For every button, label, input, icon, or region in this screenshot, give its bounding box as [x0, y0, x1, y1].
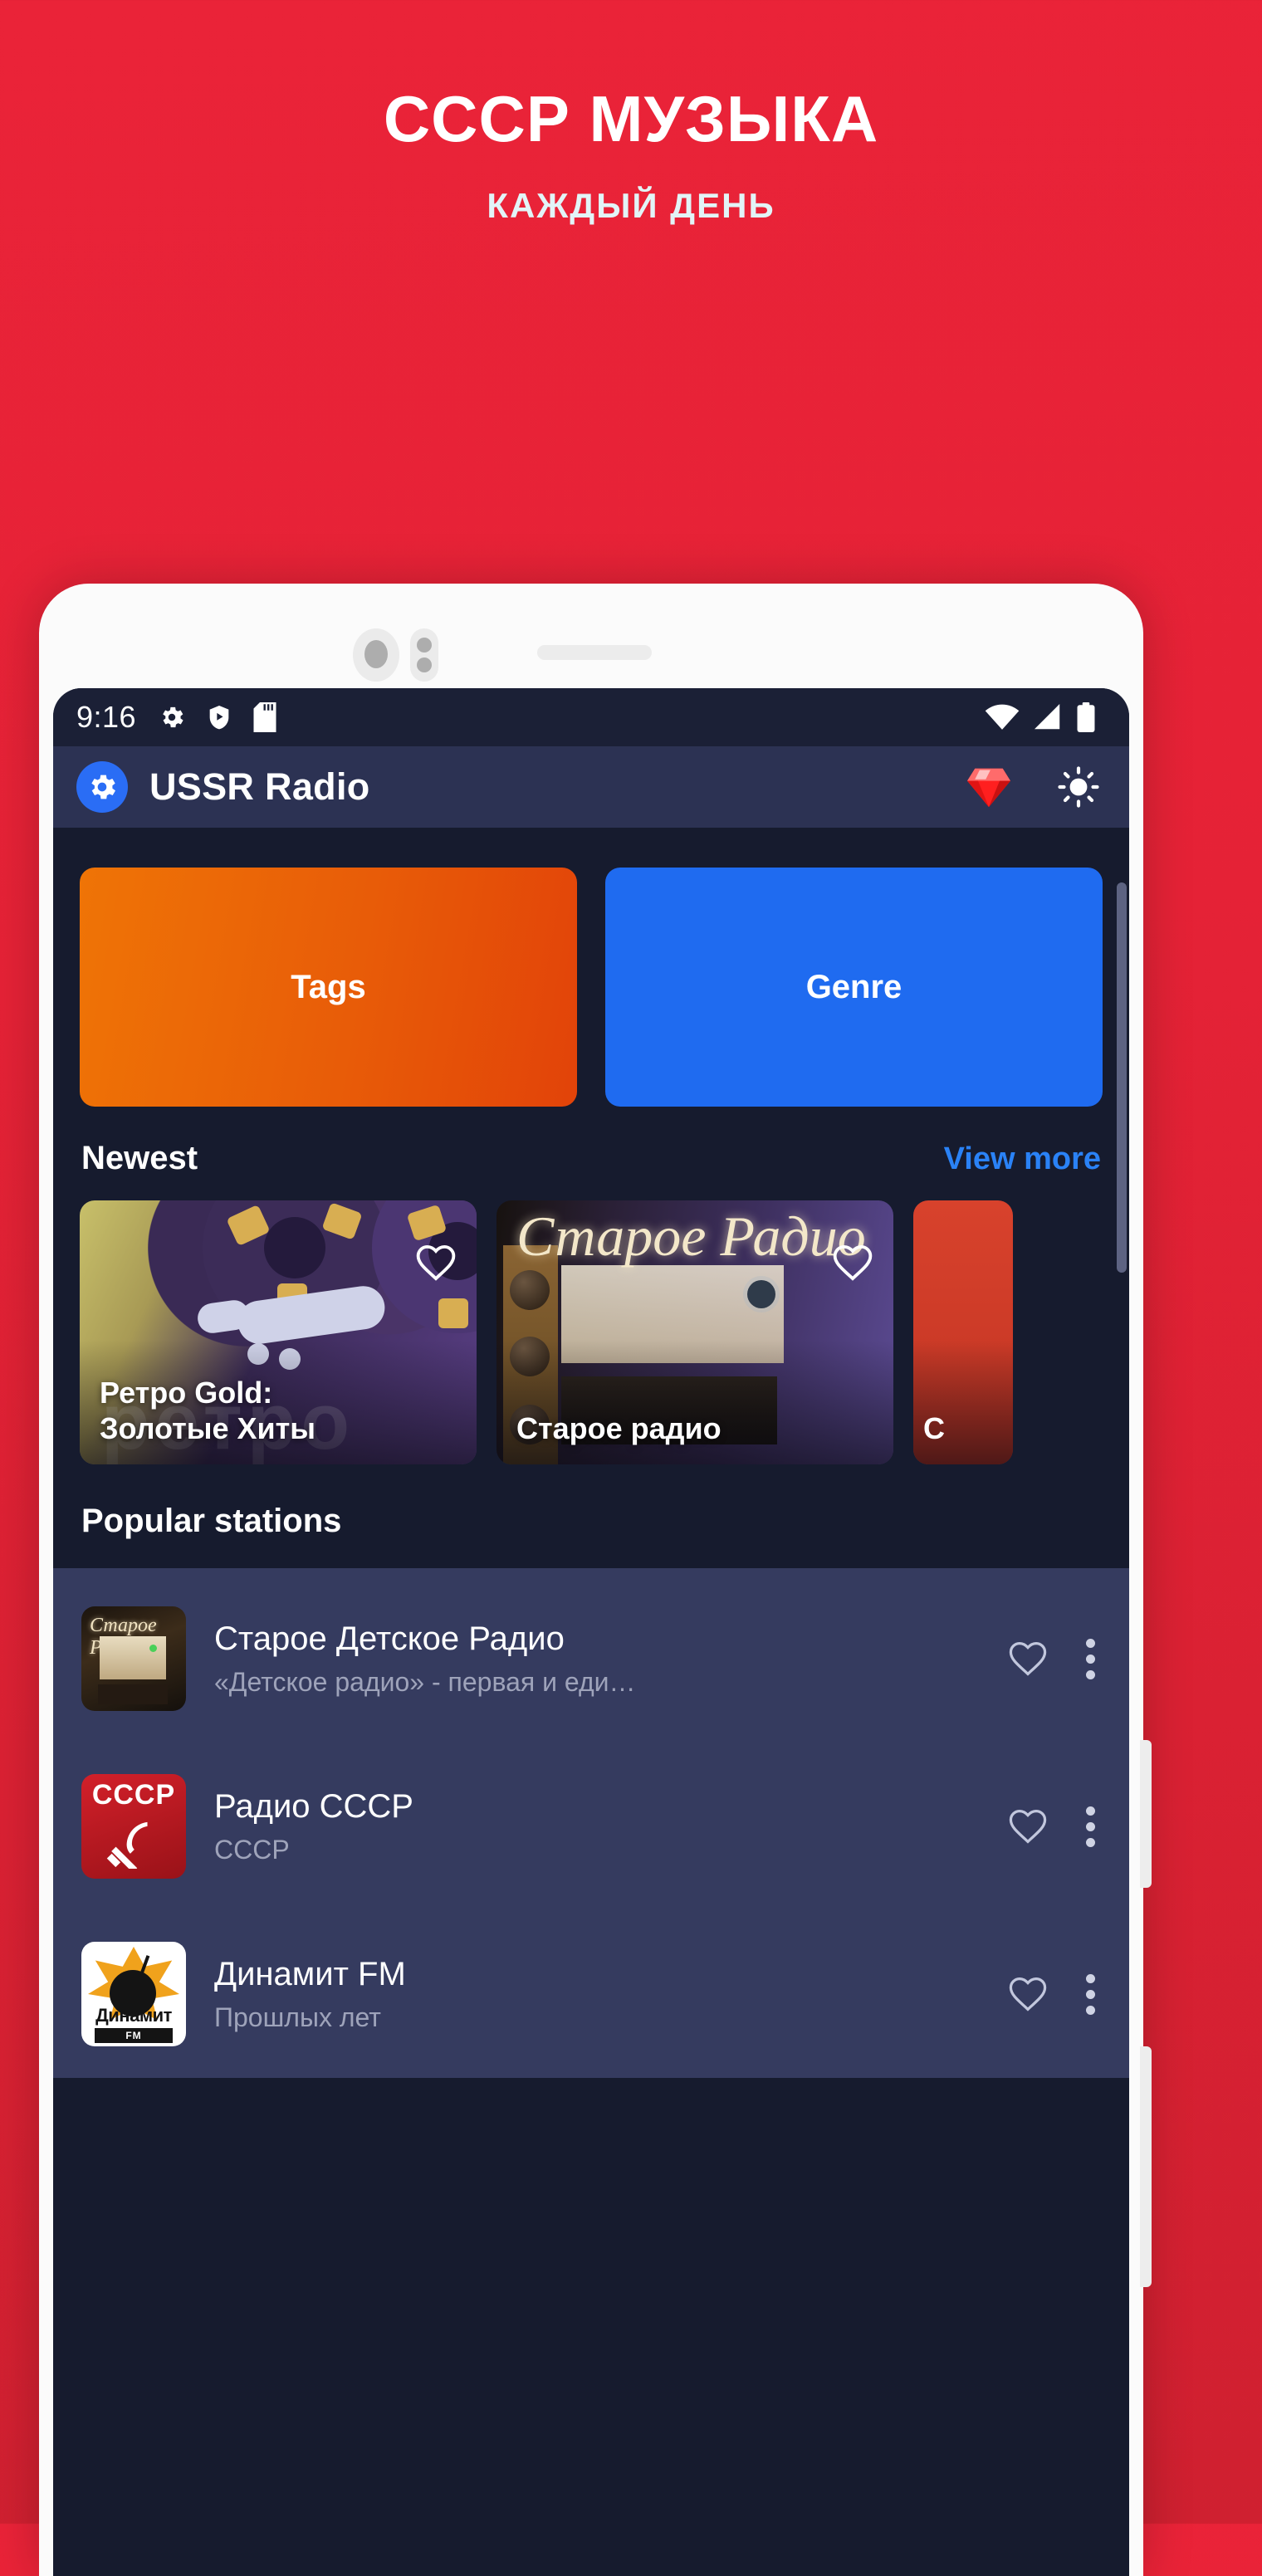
newest-card[interactable]: ретро Ретро Gold: Золотые Хиты: [80, 1200, 477, 1464]
tags-button-label: Tags: [291, 968, 366, 1005]
play-protect-shield-icon: [206, 703, 232, 731]
card-art-caption: Старое Радио: [516, 1205, 866, 1268]
newest-cards-row[interactable]: ретро Ретро Gold: Золотые Хиты: [53, 1177, 1129, 1464]
thumbnail-label: СССР: [91, 1779, 176, 1811]
status-bar-time: 9:16: [76, 700, 137, 734]
app-title: USSR Radio: [149, 765, 370, 808]
phone-power-button: [1140, 2046, 1152, 2287]
phone-mockup: 9:16 USSR Radio Tags Genre Newest View m…: [39, 584, 1152, 2576]
newest-heading: Newest: [81, 1140, 198, 1176]
newest-section-header: Newest View more: [53, 1107, 1129, 1177]
view-more-link[interactable]: View more: [944, 1141, 1101, 1177]
thumbnail-sub-label: FM: [95, 2028, 173, 2043]
list-item[interactable]: Динамит FM Динамит FM Прошлых лет: [53, 1910, 1129, 2078]
earpiece-speaker: [537, 645, 652, 660]
heart-outline-icon[interactable]: [1006, 1637, 1049, 1680]
more-vertical-icon[interactable]: [1071, 1638, 1101, 1679]
page-title: СССР МУЗЫКА: [383, 82, 879, 155]
list-item[interactable]: СССР Радио СССР СССР: [53, 1743, 1129, 1910]
station-thumbnail: Старое Радио: [81, 1606, 186, 1711]
card-title: Ретро Gold: Золотые Хиты: [100, 1376, 407, 1446]
sensor-pill: [410, 628, 438, 682]
station-name: Радио СССР: [214, 1787, 413, 1825]
front-camera-icon: [353, 628, 399, 682]
phone-screen: 9:16 USSR Radio Tags Genre Newest View m…: [53, 688, 1129, 2576]
newest-card[interactable]: Старое Радио Старое радио: [496, 1200, 893, 1464]
tags-button[interactable]: Tags: [80, 868, 577, 1107]
more-vertical-icon[interactable]: [1071, 1806, 1101, 1847]
battery-icon: [1076, 702, 1096, 732]
genre-button-label: Genre: [805, 968, 902, 1005]
card-title: Старое радио: [516, 1410, 721, 1445]
station-description: Прошлых лет: [214, 2002, 381, 2032]
more-vertical-icon[interactable]: [1071, 1973, 1101, 2015]
popular-stations-list: Старое Радио Старое Детское Радио «Детск…: [53, 1568, 1129, 2078]
popular-heading: Popular stations: [81, 1503, 342, 1539]
heart-outline-icon[interactable]: [830, 1240, 875, 1285]
genre-button[interactable]: Genre: [605, 868, 1103, 1107]
heart-outline-icon[interactable]: [1006, 1972, 1049, 2016]
app-logo-gear-icon[interactable]: [76, 761, 128, 813]
quick-actions-row: Tags Genre: [53, 828, 1129, 1107]
page-subtitle: КАЖДЫЙ ДЕНЬ: [487, 186, 775, 225]
popular-section-header: Popular stations: [53, 1464, 1129, 1568]
heart-outline-icon[interactable]: [1006, 1805, 1049, 1848]
card-title-line1: Ретро Gold:: [100, 1376, 273, 1410]
cell-signal-icon: [1033, 704, 1063, 731]
station-description: СССР: [214, 1834, 290, 1865]
card-title: C: [923, 1411, 945, 1445]
sd-card-icon: [252, 702, 277, 732]
sun-icon[interactable]: [1058, 766, 1099, 808]
status-bar: 9:16: [53, 688, 1129, 746]
gear-icon: [158, 703, 186, 731]
hammer-sickle-icon: [106, 1821, 148, 1869]
vertical-scrollbar[interactable]: [1117, 882, 1127, 1273]
promo-header: СССР МУЗЫКА КАЖДЫЙ ДЕНЬ: [0, 0, 1262, 226]
station-name: Динамит FM: [214, 1955, 406, 1992]
newest-card[interactable]: C: [913, 1200, 1013, 1464]
phone-notch-row: [39, 622, 1143, 682]
station-thumbnail: СССР: [81, 1774, 186, 1879]
phone-volume-button: [1140, 1740, 1152, 1888]
wifi-icon: [985, 704, 1020, 731]
heart-outline-icon[interactable]: [413, 1240, 458, 1285]
thumbnail-label: Динамит: [95, 2005, 172, 2026]
app-bar: USSR Radio: [53, 746, 1129, 828]
station-description: «Детское радио» - первая и еди…: [214, 1666, 636, 1697]
station-name: Старое Детское Радио: [214, 1620, 565, 1657]
station-thumbnail: Динамит FM: [81, 1942, 186, 2046]
app-content: Tags Genre Newest View more Ретро Gold: …: [53, 828, 1129, 2576]
list-item[interactable]: Старое Радио Старое Детское Радио «Детск…: [53, 1575, 1129, 1743]
gem-icon[interactable]: [965, 765, 1013, 809]
card-title-line2: Золотые Хиты: [100, 1410, 316, 1445]
